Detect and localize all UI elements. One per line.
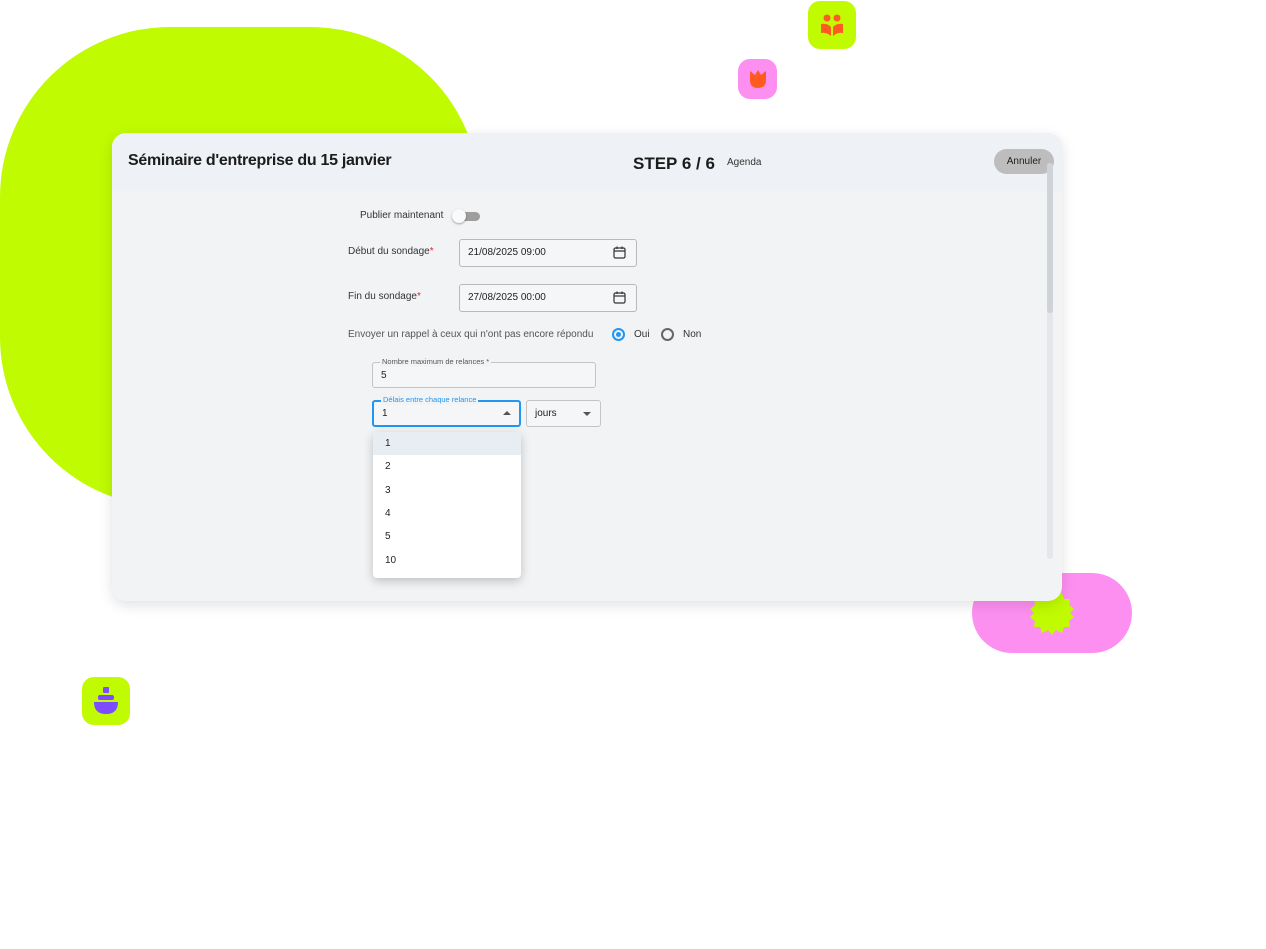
delay-option[interactable]: 5 [373,525,521,548]
delay-option[interactable]: 2 [373,455,521,478]
max-reminders-label: Nombre maximum de relances * [380,357,492,367]
dialog-header: Séminaire d'entreprise du 15 janvier STE… [112,133,1062,191]
step-indicator: STEP 6 / 6 [633,154,715,173]
reminder-yes-label: Oui [634,329,650,340]
stack-icon [82,677,130,725]
delay-option[interactable]: 4 [373,502,521,525]
delay-label: Délais entre chaque relance [381,395,479,405]
delay-value: 1 [382,408,388,419]
max-reminders-value: 5 [381,370,387,381]
poll-settings-dialog: Séminaire d'entreprise du 15 janvier STE… [112,133,1062,601]
chevron-up-icon[interactable] [503,411,511,415]
step-name: Agenda [727,157,762,168]
scrollbar-thumb[interactable] [1047,163,1053,313]
reminder-yes-radio[interactable] [612,328,625,341]
start-date-label: Début du sondage* [348,246,434,257]
calendar-icon[interactable] [613,246,626,259]
reminder-no-label: Non [683,329,702,340]
page-title: Séminaire d'entreprise du 15 janvier [128,152,392,169]
publish-now-label: Publier maintenant [360,210,444,221]
end-date-label: Fin du sondage* [348,291,421,302]
delay-unit-value: jours [535,408,557,419]
start-date-field[interactable]: 21/08/2025 09:00 [459,239,637,267]
delay-unit-select[interactable]: jours [526,400,601,427]
reminder-no-radio[interactable] [661,328,674,341]
reminder-question: Envoyer un rappel à ceux qui n'ont pas e… [348,329,594,340]
delay-option[interactable]: 1 [373,432,521,455]
max-reminders-input[interactable]: Nombre maximum de relances * 5 [372,357,596,388]
chevron-down-icon[interactable] [583,412,591,416]
publish-now-toggle[interactable] [452,209,482,223]
delay-option[interactable]: 10 [373,549,521,572]
end-date-field[interactable]: 27/08/2025 00:00 [459,284,637,312]
delay-select[interactable]: Délais entre chaque relance 1 [372,395,521,427]
tulip-icon [738,59,777,99]
calendar-icon[interactable] [613,291,626,304]
cancel-button[interactable]: Annuler [994,149,1054,174]
people-icon [808,1,856,49]
delay-options-menu: 1 2 3 4 5 10 [373,432,521,578]
start-date-value: 21/08/2025 09:00 [468,247,546,258]
delay-option[interactable]: 3 [373,479,521,502]
end-date-value: 27/08/2025 00:00 [468,292,546,303]
